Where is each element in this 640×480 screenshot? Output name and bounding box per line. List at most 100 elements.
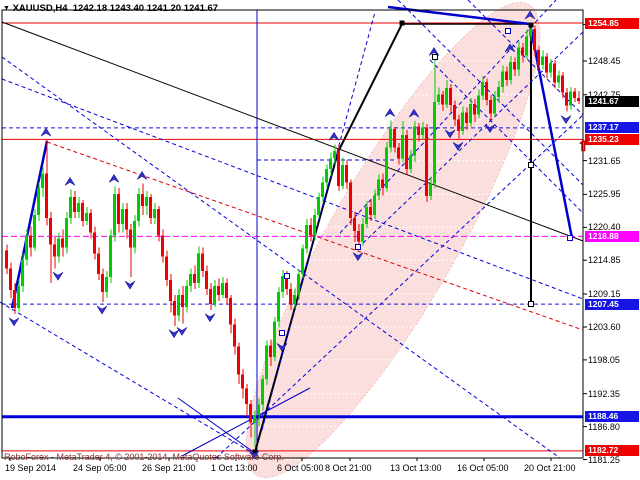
y-axis-label: 1248.45	[588, 55, 621, 66]
chart-canvas[interactable]	[0, 0, 640, 480]
candle-bear	[73, 197, 76, 212]
candle-bear	[129, 229, 132, 248]
fractal-down-icon	[176, 327, 188, 336]
y-axis-label: 1231.65	[588, 155, 621, 166]
candle-bull	[461, 112, 464, 132]
fractal-up-icon	[108, 173, 120, 183]
candle-bear	[449, 87, 452, 106]
candle-bear	[97, 253, 100, 275]
candle-bear	[309, 224, 312, 236]
candle-bull	[341, 165, 344, 186]
candle-bull	[549, 63, 552, 73]
candle-bull	[541, 56, 544, 65]
trend-line[interactable]	[10, 140, 49, 309]
candle-bull	[525, 36, 528, 56]
candle-bear	[533, 29, 536, 50]
symbol-dropdown-icon[interactable]: ▼	[3, 5, 10, 12]
candle-bull	[185, 286, 188, 307]
fractal-down-icon	[168, 329, 180, 339]
candle-bear	[345, 165, 348, 183]
candle-bull	[433, 102, 436, 184]
candle-bull	[137, 194, 140, 221]
x-axis-label: 24 Sep 05:00	[73, 463, 127, 473]
candle-bull	[33, 214, 36, 248]
broker-watermark: RoboForex - MetaTrader 4, © 2001-2014, M…	[4, 452, 284, 462]
candle-bull	[389, 128, 392, 148]
candle-bear	[397, 147, 400, 159]
candle-bear	[369, 207, 372, 215]
object-handle[interactable]	[505, 28, 511, 34]
object-handle[interactable]	[567, 235, 573, 241]
fractal-down-icon	[52, 272, 64, 281]
candle-bear	[229, 297, 232, 325]
candle-bull	[197, 253, 200, 284]
candle-bear	[565, 92, 568, 106]
candle-bull	[133, 220, 136, 248]
candle-bear	[205, 271, 208, 290]
level-price-badge: 1182.72	[585, 445, 639, 457]
candle-bull	[529, 29, 532, 37]
level-price-badge: 1188.46	[585, 411, 639, 423]
fractal-up-icon	[136, 170, 148, 180]
level-price-badge: 1235.23	[585, 133, 639, 145]
candle-bull	[273, 321, 276, 358]
candle-bear	[537, 49, 540, 65]
candle-bull	[105, 277, 108, 292]
candle-bear	[561, 75, 564, 93]
candle-bull	[113, 194, 116, 236]
candle-bear	[53, 244, 56, 257]
candle-bull	[445, 87, 448, 105]
object-handle[interactable]	[432, 54, 438, 60]
y-axis-label: 1198.05	[588, 354, 620, 365]
candle-bear	[425, 127, 428, 196]
candle-bull	[257, 404, 260, 415]
candle-bull	[481, 82, 484, 96]
candle-bear	[393, 128, 396, 148]
candle-bull	[69, 197, 72, 218]
candle-bull	[121, 208, 124, 224]
current-price-badge: 1241.67	[585, 95, 639, 107]
fractal-down-icon	[8, 317, 20, 327]
candle-bull	[429, 183, 432, 196]
level-price-badge: 1207.45	[585, 298, 639, 310]
candle-bull	[517, 47, 520, 70]
candle-bull	[77, 203, 80, 212]
ohlc-low: 1241.20	[146, 3, 182, 14]
object-handle[interactable]	[528, 22, 534, 28]
candle-bull	[557, 75, 560, 83]
candle-bull	[477, 95, 480, 115]
fractal-down-icon	[560, 115, 572, 125]
candle-bull	[213, 286, 216, 304]
x-axis-label: 8 Oct 21:00	[325, 463, 372, 473]
trend-line[interactable]	[0, 301, 257, 456]
candle-bear	[241, 374, 244, 389]
object-handle[interactable]	[399, 20, 405, 26]
candle-bear	[381, 179, 384, 189]
candle-bull	[569, 91, 572, 106]
x-axis-label: 1 Oct 13:00	[211, 463, 258, 473]
candle-bull	[361, 223, 364, 242]
object-handle[interactable]	[284, 273, 290, 279]
candle-bear	[9, 268, 12, 291]
object-handle[interactable]	[355, 244, 361, 250]
candle-bear	[89, 213, 92, 233]
symbol-timeframe-label: XAUUSD,H4	[12, 3, 68, 14]
candle-bull	[277, 291, 280, 322]
fractal-down-icon	[204, 313, 216, 323]
candle-bear	[545, 56, 548, 73]
candle-bear	[245, 388, 248, 405]
x-axis-label: 16 Oct 05:00	[457, 463, 509, 473]
y-axis-label: 1214.85	[588, 255, 621, 266]
candle-bear	[173, 300, 176, 316]
trend-line[interactable]	[177, 397, 257, 455]
object-handle[interactable]	[279, 330, 285, 336]
fractal-up-icon	[64, 176, 76, 186]
object-handle[interactable]	[528, 162, 534, 168]
object-handle[interactable]	[528, 301, 534, 307]
candle-bear	[349, 182, 352, 218]
x-axis-label: 19 Sep 2014	[5, 463, 57, 473]
candle-bear	[225, 283, 228, 298]
candle-bull	[301, 248, 304, 275]
candle-bear	[5, 250, 8, 269]
candle-bear	[573, 91, 576, 99]
